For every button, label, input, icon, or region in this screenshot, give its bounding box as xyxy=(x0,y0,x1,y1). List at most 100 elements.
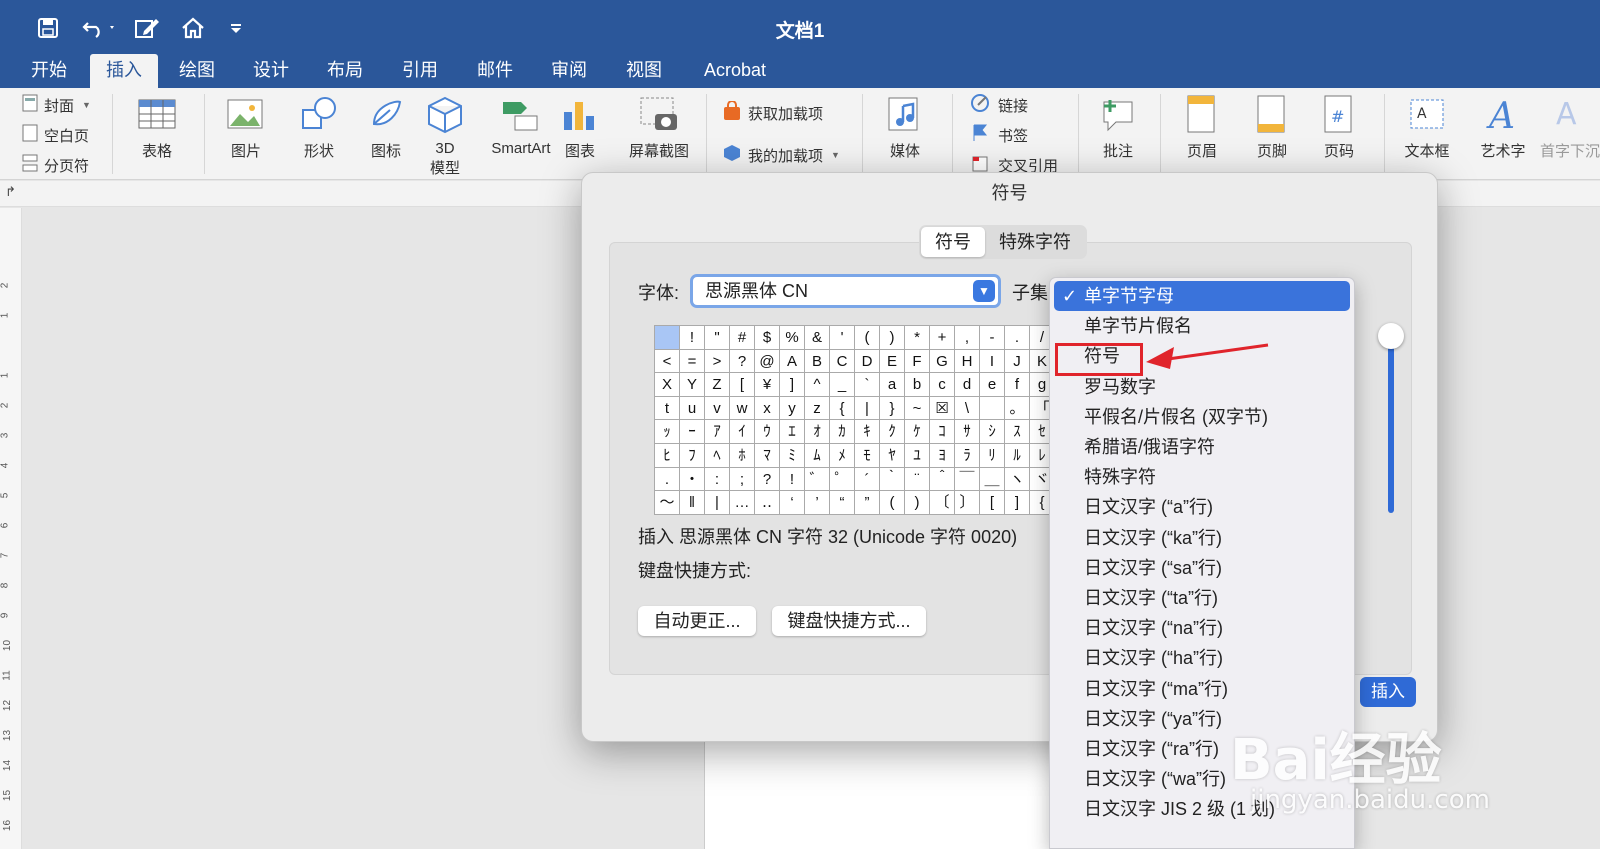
page-number-button[interactable]: # 页码 xyxy=(1308,94,1370,161)
symbol-cell[interactable]: ﾕ xyxy=(905,443,930,468)
symbol-cell[interactable]: ｵ xyxy=(805,420,830,444)
subset-menu-item[interactable]: 日文汉字 (“ma”行) xyxy=(1054,674,1350,704)
symbol-cell[interactable]: u xyxy=(680,396,705,421)
symbol-cell[interactable]: ‥ xyxy=(755,491,780,514)
cover-page-button[interactable]: 封面 ▼ xyxy=(22,92,91,118)
symbol-cell[interactable]: . xyxy=(655,467,680,492)
symbol-cell[interactable]: ﾓ xyxy=(855,443,880,468)
symbol-cell[interactable]: ﾐ xyxy=(780,443,805,468)
subset-menu-item[interactable]: 日文汉字 (“ka”行) xyxy=(1054,523,1350,553)
symbol-cell[interactable]: ﾒ xyxy=(830,443,855,468)
symbol-cell[interactable]: & xyxy=(805,326,830,350)
symbol-cell[interactable]: ¥ xyxy=(755,373,780,397)
page-break-button[interactable]: 分页符 xyxy=(22,152,89,178)
symbol-cell[interactable]: : xyxy=(705,467,730,492)
subset-menu-item[interactable]: ✓ 单字节字母 xyxy=(1054,281,1350,311)
symbol-cell[interactable]: c xyxy=(930,373,955,397)
symbol-cell[interactable]: ' xyxy=(830,326,855,350)
symbol-cell[interactable]: ` xyxy=(855,373,880,397)
symbol-cell[interactable]: ﾘ xyxy=(980,443,1005,468)
symbol-cell[interactable]: ﾏ xyxy=(755,443,780,468)
symbol-cell[interactable]: C xyxy=(830,349,855,374)
header-button[interactable]: 页眉 xyxy=(1170,94,1234,161)
symbol-cell[interactable]: … xyxy=(730,491,755,514)
symbol-cell[interactable]: ￣ xyxy=(955,467,980,492)
tab-draw[interactable]: 绘图 xyxy=(166,54,228,88)
symbol-cell[interactable] xyxy=(655,326,680,350)
symbol-cell[interactable]: ﾑ xyxy=(805,443,830,468)
symbol-cell[interactable]: ｻ xyxy=(955,420,980,444)
scrollbar-thumb[interactable] xyxy=(1378,323,1404,349)
symbol-cell[interactable]: ] xyxy=(1005,491,1030,514)
symbol-cell[interactable]: ｳ xyxy=(755,420,780,444)
subset-menu-item[interactable]: 日文汉字 (“ta”行) xyxy=(1054,583,1350,613)
symbol-cell[interactable]: H xyxy=(955,349,980,374)
symbol-cell[interactable]: ・ xyxy=(680,467,705,492)
symbol-cell[interactable]: ｽ xyxy=(1005,420,1030,444)
symbol-cell[interactable]: ´ xyxy=(855,467,880,492)
symbol-cell[interactable]: e xyxy=(980,373,1005,397)
symbol-cell[interactable]: > xyxy=(705,349,730,374)
tab-mailings[interactable]: 邮件 xyxy=(464,54,526,88)
symbol-cell[interactable]: ＿ xyxy=(980,467,1005,492)
symbol-cell[interactable]: J xyxy=(1005,349,1030,374)
table-button[interactable]: 表格 xyxy=(126,94,188,161)
insert-button[interactable]: 插入 xyxy=(1360,677,1416,707)
tab-special-characters[interactable]: 特殊字符 xyxy=(985,227,1085,257)
symbol-cell[interactable]: \ xyxy=(955,396,980,421)
symbol-cell[interactable]: ｱ xyxy=(705,420,730,444)
symbol-cell[interactable]: ( xyxy=(855,326,880,350)
symbol-cell[interactable]: ‖ xyxy=(680,491,705,514)
symbol-cell[interactable]: a xyxy=(880,373,905,397)
symbol-cell[interactable]: < xyxy=(655,349,680,374)
symbol-cell[interactable]: ? xyxy=(730,349,755,374)
screenshot-button[interactable]: 屏幕截图 xyxy=(618,94,700,161)
symbol-cell[interactable]: ’ xyxy=(805,491,830,514)
symbol-cell[interactable]: Z xyxy=(705,373,730,397)
tab-home[interactable]: 开始 xyxy=(18,54,80,88)
symbol-cell[interactable]: ｰ xyxy=(680,420,705,444)
wordart-button[interactable]: A 艺术字 xyxy=(1470,94,1536,161)
symbol-cell[interactable]: ! xyxy=(780,467,805,492)
symbol-cell[interactable]: G xyxy=(930,349,955,374)
symbol-cell[interactable]: b xyxy=(905,373,930,397)
symbol-cell[interactable]: ﾌ xyxy=(680,443,705,468)
symbol-cell[interactable]: ｴ xyxy=(780,420,805,444)
symbol-cell[interactable]: ; xyxy=(730,467,755,492)
symbol-cell[interactable]: ﾗ xyxy=(955,443,980,468)
tab-symbols[interactable]: 符号 xyxy=(921,227,985,257)
my-addins-button[interactable]: 我的加载项 ▼ xyxy=(722,142,840,168)
3d-models-button[interactable]: 3D 模型 xyxy=(424,94,466,178)
media-button[interactable]: 媒体 xyxy=(874,94,936,161)
symbol-cell[interactable]: ＾ xyxy=(930,467,955,492)
symbol-cell[interactable]: { xyxy=(830,396,855,421)
symbol-cell[interactable]: E xyxy=(880,349,905,374)
subset-menu-item[interactable]: 日文汉字 (“na”行) xyxy=(1054,613,1350,643)
blank-page-button[interactable]: 空白页 xyxy=(22,122,89,148)
symbol-grid-scrollbar[interactable] xyxy=(1388,345,1394,513)
symbol-cell[interactable]: . xyxy=(1005,326,1030,350)
symbol-cell[interactable]: d xyxy=(955,373,980,397)
symbol-cell[interactable]: ‘ xyxy=(780,491,805,514)
symbol-cell[interactable]: 〜 xyxy=(655,491,680,514)
symbol-cell[interactable] xyxy=(980,396,1005,421)
footer-button[interactable]: 页脚 xyxy=(1240,94,1304,161)
symbol-cell[interactable]: Y xyxy=(680,373,705,397)
symbol-cell[interactable]: ” xyxy=(855,491,880,514)
symbol-cell[interactable]: ﾋ xyxy=(655,443,680,468)
symbol-cell[interactable]: A xyxy=(780,349,805,374)
symbol-cell[interactable]: @ xyxy=(755,349,780,374)
tab-stop-icon[interactable]: ↱ xyxy=(5,184,16,200)
picture-button[interactable]: 图片 xyxy=(216,94,276,161)
symbol-cell[interactable]: B xyxy=(805,349,830,374)
symbol-cell[interactable]: ｸ xyxy=(880,420,905,444)
subset-menu-item[interactable]: 日文汉字 (“sa”行) xyxy=(1054,553,1350,583)
tab-design[interactable]: 设计 xyxy=(240,54,302,88)
dropcap-button[interactable]: A 首字下沉 xyxy=(1540,94,1600,161)
smartart-button[interactable]: SmartArt xyxy=(476,94,566,157)
symbol-cell[interactable]: 〕 xyxy=(955,491,980,514)
symbol-cell[interactable]: 〔 xyxy=(930,491,955,514)
get-addins-button[interactable]: 获取加载项 xyxy=(722,100,823,126)
chart-button[interactable]: 图表 xyxy=(554,94,606,161)
symbol-cell[interactable]: ( xyxy=(880,491,905,514)
